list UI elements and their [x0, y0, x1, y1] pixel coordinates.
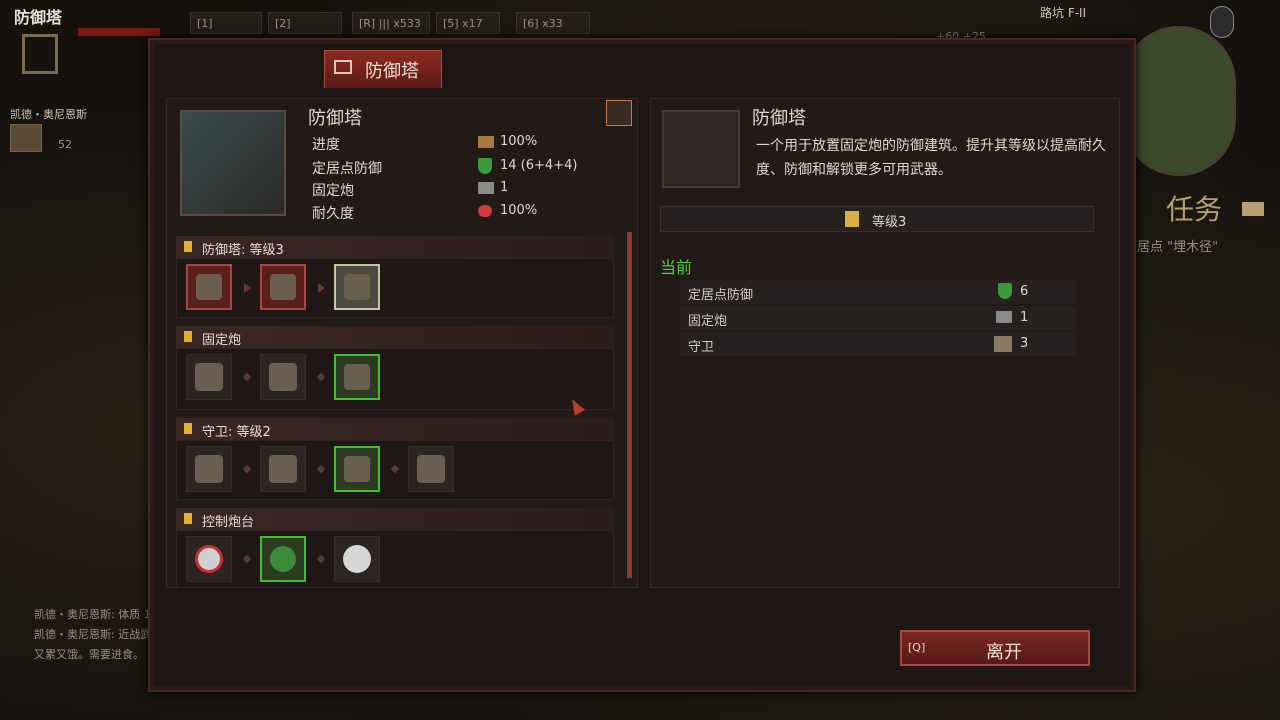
shield-icon	[998, 283, 1012, 299]
info-stat-value: 1	[1020, 310, 1029, 325]
info-stat-value: 3	[1020, 336, 1029, 351]
info-stat-label: 守卫	[688, 340, 715, 355]
log-line-1: 凯德・奥尼恩斯: 体质 14	[34, 608, 158, 621]
tower-level-2[interactable]	[260, 264, 306, 310]
guard-option-4[interactable]	[408, 446, 454, 492]
turret-option-3[interactable]	[334, 354, 380, 400]
location-label: 路坑 F-II	[1040, 6, 1087, 20]
character-name: 凯德・奥尼恩斯	[10, 108, 87, 121]
turret-icon	[478, 182, 494, 194]
info-stat-label: 定居点防御	[688, 288, 754, 303]
guard-option-2[interactable]	[260, 446, 306, 492]
slot-5[interactable]: [5] x17	[436, 12, 500, 34]
section-row-control	[176, 530, 614, 588]
stat-value-progress: 100%	[500, 134, 538, 149]
section-title: 防御塔: 等级3	[202, 243, 284, 258]
stat-label-durability: 耐久度	[312, 206, 354, 222]
stat-label-defense: 定居点防御	[312, 161, 382, 177]
tower-level-1[interactable]	[186, 264, 232, 310]
turret-option-2[interactable]	[260, 354, 306, 400]
scrollbar[interactable]	[627, 232, 632, 578]
guard-option-1[interactable]	[186, 446, 232, 492]
section-header-control: 控制炮台	[176, 508, 614, 530]
current-label: 当前	[660, 258, 693, 277]
turret-option-1[interactable]	[186, 354, 232, 400]
heart-icon	[478, 205, 492, 217]
info-stat-guard: 守卫	[680, 332, 1076, 356]
tab-icon	[334, 60, 352, 74]
leave-hotkey: [Q]	[908, 641, 926, 654]
arrow-icon	[318, 283, 325, 293]
info-stat-turret: 固定炮	[680, 306, 1076, 330]
progress-icon	[478, 136, 494, 148]
building-image	[180, 110, 286, 216]
shield-icon	[478, 158, 492, 174]
guard-icon	[994, 336, 1012, 352]
level-icon	[845, 211, 859, 227]
upgrade-icon	[184, 241, 192, 252]
section-title: 固定炮	[202, 333, 242, 348]
level-label: 等级3	[872, 215, 907, 230]
compass-icon[interactable]	[1210, 6, 1234, 38]
stat-value-turret: 1	[500, 180, 509, 195]
slot-r[interactable]: [R] ||| x533	[352, 12, 430, 34]
section-header-tower: 防御塔: 等级3	[176, 236, 614, 258]
control-option-1[interactable]	[186, 536, 232, 582]
building-name: 防御塔	[308, 108, 362, 129]
info-stat-value: 6	[1020, 284, 1029, 299]
section-row-turret	[176, 348, 614, 410]
character-avatar[interactable]	[10, 124, 42, 152]
health-bar	[78, 28, 160, 36]
info-stat-defense: 定居点防御	[680, 280, 1076, 304]
info-title: 防御塔	[752, 108, 806, 129]
arrow-icon	[244, 283, 251, 293]
leave-button[interactable]: [Q] 离开	[900, 630, 1090, 666]
building-icon	[22, 34, 58, 74]
stat-label-turret: 固定炮	[312, 183, 354, 199]
stat-value-durability: 100%	[500, 203, 538, 218]
section-header-guard: 守卫: 等级2	[176, 418, 614, 440]
guard-option-3[interactable]	[334, 446, 380, 492]
slot-2[interactable]: [2]	[268, 12, 342, 34]
control-option-2[interactable]	[260, 536, 306, 582]
building-thumbnail	[662, 110, 740, 188]
flag-icon	[184, 513, 192, 524]
section-row-tower	[176, 258, 614, 318]
leave-label: 离开	[986, 642, 1022, 663]
section-header-turret: 固定炮	[176, 326, 614, 348]
stat-value-defense: 14 (6+4+4)	[500, 158, 578, 173]
hud-title: 防御塔	[14, 8, 63, 27]
tab-label: 防御塔	[365, 61, 419, 82]
stat-label-progress: 进度	[312, 137, 340, 153]
building-icon-button[interactable]	[606, 100, 632, 126]
section-title: 控制炮台	[202, 515, 255, 530]
task-title[interactable]: 任务	[1166, 188, 1222, 228]
slot-6[interactable]: [6] x33	[516, 12, 590, 34]
control-option-3[interactable]	[334, 536, 380, 582]
ammo-count: 52	[58, 138, 72, 151]
flag-icon	[184, 331, 192, 342]
section-title: 守卫: 等级2	[202, 425, 271, 440]
info-stat-label: 固定炮	[688, 314, 728, 329]
info-description: 一个用于放置固定炮的防御建筑。提升其等级以提高耐久度、防御和解锁更多可用武器。	[756, 138, 1106, 178]
flag-icon	[184, 423, 192, 434]
log-line-3: 又累又饿。需要进食。	[34, 648, 144, 661]
mail-icon[interactable]	[1242, 202, 1264, 216]
turret-icon	[996, 311, 1012, 323]
tower-level-3[interactable]	[334, 264, 380, 310]
minimap[interactable]	[1122, 26, 1236, 176]
slot-1[interactable]: [1]	[190, 12, 262, 34]
